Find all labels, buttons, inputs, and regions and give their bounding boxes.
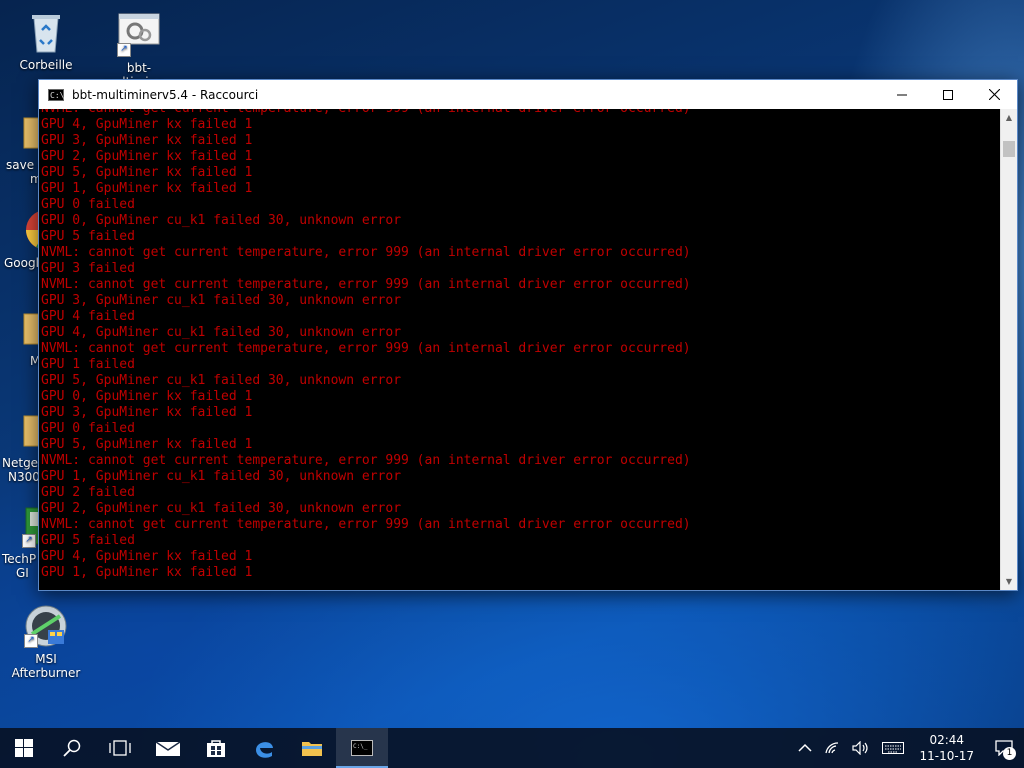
task-view-icon bbox=[109, 740, 131, 756]
console-window[interactable]: C:\ bbt-multiminerv5.4 - Raccourci NVML:… bbox=[38, 79, 1018, 591]
console-line: GPU 0, GpuMiner cu_k1 failed 30, unknown… bbox=[41, 213, 402, 228]
console-line: NVML: cannot get current temperature, er… bbox=[41, 453, 691, 468]
scroll-up-arrow[interactable]: ▲ bbox=[1001, 109, 1017, 126]
window-titlebar[interactable]: C:\ bbt-multiminerv5.4 - Raccourci bbox=[39, 80, 1017, 109]
console-line: GPU 5 failed bbox=[41, 533, 135, 548]
clock-time: 02:44 bbox=[929, 733, 965, 747]
console-line: GPU 2, GpuMiner kx failed 1 bbox=[41, 149, 253, 164]
settings-shortcut-icon: ↗ bbox=[117, 13, 161, 57]
console-line: GPU 4, GpuMiner kx failed 1 bbox=[41, 549, 253, 564]
system-tray: 02:44 11-10-17 1 bbox=[792, 728, 1024, 768]
console-icon: C:\ bbox=[48, 88, 65, 101]
console-line: GPU 3, GpuMiner kx failed 1 bbox=[41, 133, 253, 148]
shortcut-arrow-icon: ↗ bbox=[22, 534, 36, 548]
svg-text:C:\_: C:\_ bbox=[353, 743, 368, 750]
store-icon bbox=[207, 740, 225, 757]
clock[interactable]: 02:44 11-10-17 bbox=[910, 732, 984, 764]
file-explorer-icon bbox=[302, 742, 322, 756]
console-line: GPU 5, GpuMiner cu_k1 failed 30, unknown… bbox=[41, 373, 402, 388]
scroll-down-arrow[interactable]: ▼ bbox=[1001, 573, 1017, 590]
action-center-button[interactable]: 1 bbox=[984, 728, 1024, 768]
console-line: GPU 3 failed bbox=[41, 261, 135, 276]
console-line: NVML: cannot get current temperature, er… bbox=[41, 277, 691, 292]
scroll-thumb[interactable] bbox=[1003, 141, 1015, 157]
console-line: GPU 2 failed bbox=[41, 485, 135, 500]
desktop-icon-msi-afterburner[interactable]: ↗ MSI Afterburner bbox=[1, 604, 91, 680]
chevron-up-icon bbox=[798, 743, 812, 752]
search-button[interactable] bbox=[48, 728, 96, 768]
desktop-icon-bbt-multiminer[interactable]: ↗ bbt-multimine... bbox=[94, 13, 184, 89]
console-line: NVML: cannot get current temperature, er… bbox=[41, 109, 1000, 117]
console-line: GPU 1, GpuMiner kx failed 1 bbox=[41, 565, 253, 580]
desktop-icon-label: MSI Afterburner bbox=[11, 652, 81, 680]
console-line: GPU 4 failed bbox=[41, 309, 135, 324]
volume-button[interactable] bbox=[846, 741, 876, 755]
console-output[interactable]: NVML: cannot get current temperature, er… bbox=[39, 109, 1000, 590]
edge-icon bbox=[256, 742, 273, 758]
keyboard-icon bbox=[881, 742, 904, 754]
console-line: GPU 3, GpuMiner cu_k1 failed 30, unknown… bbox=[41, 293, 402, 308]
console-line: GPU 1, GpuMiner cu_k1 failed 30, unknown… bbox=[41, 469, 402, 484]
console-line: GPU 5, GpuMiner kx failed 1 bbox=[41, 165, 253, 180]
network-button[interactable] bbox=[818, 741, 846, 755]
recycle-bin-icon bbox=[24, 10, 68, 54]
shortcut-arrow-icon: ↗ bbox=[24, 634, 38, 648]
console-line: GPU 0 failed bbox=[41, 197, 135, 212]
window-title: bbt-multiminerv5.4 - Raccourci bbox=[72, 87, 259, 102]
desktop-icon-recycle-bin[interactable]: Corbeille bbox=[1, 10, 91, 72]
shortcut-arrow-icon: ↗ bbox=[117, 43, 131, 57]
speaker-icon bbox=[851, 741, 868, 755]
minimize-button[interactable] bbox=[879, 80, 925, 109]
console-line: GPU 1 failed bbox=[41, 357, 135, 372]
console-line: NVML: cannot get current temperature, er… bbox=[41, 341, 691, 356]
console-line: GPU 0, GpuMiner kx failed 1 bbox=[41, 389, 253, 404]
console-line: GPU 5, GpuMiner kx failed 1 bbox=[41, 437, 253, 452]
start-icon bbox=[15, 739, 33, 757]
clock-date: 11-10-17 bbox=[919, 749, 974, 763]
console-line: GPU 4, GpuMiner cu_k1 failed 30, unknown… bbox=[41, 325, 402, 340]
notification-count-badge: 1 bbox=[1003, 747, 1016, 760]
console-line: GPU 4, GpuMiner kx failed 1 bbox=[41, 117, 253, 132]
afterburner-icon: ↗ bbox=[24, 604, 68, 648]
console-taskbar-button[interactable]: C:\_ bbox=[336, 728, 388, 768]
mail-icon bbox=[156, 741, 180, 756]
keyboard-button[interactable] bbox=[876, 742, 910, 754]
console-line: NVML: cannot get current temperature, er… bbox=[41, 245, 691, 260]
task-view-button[interactable] bbox=[96, 728, 144, 768]
console-line: GPU 2, GpuMiner cu_k1 failed 30, unknown… bbox=[41, 501, 402, 516]
search-icon bbox=[63, 739, 81, 757]
mail-button[interactable] bbox=[144, 728, 192, 768]
taskbar: C:\_ 02:44 11-10-17 1 bbox=[0, 728, 1024, 768]
desktop-icon-label: Corbeille bbox=[19, 58, 73, 72]
show-hidden-icons-button[interactable] bbox=[792, 743, 818, 753]
console-line: GPU 1, GpuMiner kx failed 1 bbox=[41, 181, 253, 196]
console-line: GPU 5 failed bbox=[41, 229, 135, 244]
store-button[interactable] bbox=[192, 728, 240, 768]
console-icon: C:\_ bbox=[351, 740, 373, 756]
console-line: GPU 3, GpuMiner kx failed 1 bbox=[41, 405, 253, 420]
start-button[interactable] bbox=[0, 728, 48, 768]
maximize-button[interactable] bbox=[925, 80, 971, 109]
edge-button[interactable] bbox=[240, 728, 288, 768]
console-line: GPU 0 failed bbox=[41, 421, 135, 436]
file-explorer-button[interactable] bbox=[288, 728, 336, 768]
wifi-icon bbox=[824, 742, 838, 754]
vertical-scrollbar[interactable]: ▲ ▼ bbox=[1000, 109, 1017, 590]
console-line: NVML: cannot get current temperature, er… bbox=[41, 517, 691, 532]
close-button[interactable] bbox=[971, 80, 1017, 109]
